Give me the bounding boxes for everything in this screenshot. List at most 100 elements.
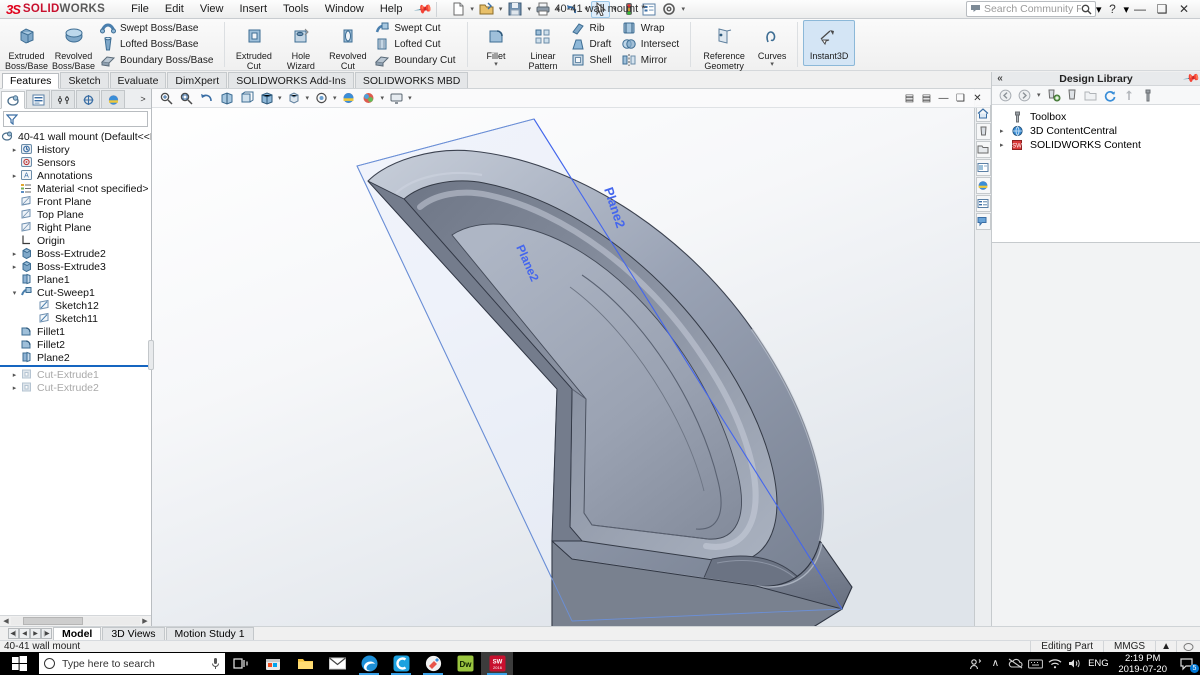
mail-button[interactable] — [321, 652, 353, 675]
paint3d-button[interactable] — [417, 652, 449, 675]
graphics-area[interactable]: Plane2 Plane2 ▾ ▾ ▾ ▾ ▾ ▤ ▤ — ❑ ✕ — [152, 89, 990, 626]
tree-item-annotations[interactable]: A Annotations — [0, 169, 151, 182]
swept-boss-base-button[interactable]: Swept Boss/Base — [97, 21, 219, 37]
menu-view[interactable]: View — [192, 1, 232, 17]
expand-arrow-icon[interactable] — [9, 263, 20, 271]
scroll-thumb[interactable] — [23, 617, 83, 625]
fillet-dropdown[interactable]: ▾ — [494, 61, 498, 68]
restore-tree-button[interactable]: ▤ — [901, 90, 918, 106]
rebuild-button[interactable] — [620, 1, 639, 18]
menu-tools[interactable]: Tools — [275, 1, 317, 17]
expand-arrow-icon[interactable] — [9, 146, 20, 154]
boundary-cut-button[interactable]: Boundary Cut — [371, 53, 461, 69]
feature-filter-input[interactable] — [3, 111, 148, 127]
curves-button[interactable]: Curves ▾ — [752, 20, 792, 69]
reference-geometry-button[interactable]: ReferenceGeometry ▾ — [696, 20, 752, 78]
tree-item-fillet1[interactable]: Fillet1 — [0, 325, 151, 338]
sw-forum-tab[interactable] — [975, 213, 991, 230]
print-dropdown[interactable]: ▾ — [554, 5, 562, 13]
language-indicator[interactable]: ENG — [1085, 652, 1111, 675]
back-button[interactable] — [997, 87, 1014, 103]
lofted-cut-button[interactable]: Lofted Cut — [371, 37, 461, 53]
expand-arrow-icon[interactable] — [9, 384, 20, 392]
onedrive-icon[interactable] — [1005, 652, 1025, 675]
chevron-down-icon[interactable]: ▾ — [1035, 91, 1043, 99]
feature-tree-tab[interactable] — [1, 91, 25, 109]
keyboard-icon[interactable] — [1025, 652, 1045, 675]
expand-arrow-icon[interactable] — [9, 371, 20, 379]
view-orientation-button[interactable] — [236, 90, 256, 107]
options-dropdown[interactable]: ▾ — [680, 5, 688, 13]
toolbox-settings-button[interactable] — [1140, 87, 1157, 103]
library-item-toolbox[interactable]: Toolbox — [992, 110, 1200, 124]
boundary-boss-base-button[interactable]: Boundary Boss/Base — [97, 53, 219, 69]
view-palette-tab[interactable] — [975, 159, 991, 176]
zoom-to-area-button[interactable] — [176, 90, 196, 107]
tree-item-plane1[interactable]: Plane1 — [0, 273, 151, 286]
search-input[interactable]: Search Community Forum — [965, 1, 1096, 17]
display-manager-tab[interactable] — [101, 90, 125, 108]
library-item-solidworks-content[interactable]: ▸ SW SOLIDWORKS Content — [992, 138, 1200, 152]
tree-item-cut-extrude2[interactable]: Cut-Extrude2 — [0, 381, 151, 394]
tab-solidworks-addins[interactable]: SOLIDWORKS Add-Ins — [228, 72, 354, 88]
revolved-cut-button[interactable]: Revolved Cut — [324, 20, 371, 71]
tab-model[interactable]: Model — [53, 627, 102, 640]
new-document-button[interactable] — [448, 1, 467, 18]
view-settings-button[interactable] — [359, 90, 379, 107]
menu-file[interactable]: File — [123, 1, 157, 17]
camtasia-button[interactable] — [385, 652, 417, 675]
fillet-button[interactable]: Fillet ▾ — [473, 20, 520, 69]
tree-item-cut-extrude1[interactable]: Cut-Extrude1 — [0, 368, 151, 381]
refresh-button[interactable] — [1102, 87, 1119, 103]
tab-motion-study-1[interactable]: Motion Study 1 — [165, 627, 254, 640]
tree-item-boss-extrude2[interactable]: Boss-Extrude2 — [0, 247, 151, 260]
draft-button[interactable]: Draft — [567, 37, 618, 53]
expand-arrow-icon[interactable] — [9, 250, 20, 258]
swept-cut-button[interactable]: Swept Cut — [371, 21, 461, 37]
tree-item-sensors[interactable]: Sensors — [0, 156, 151, 169]
display-style-button[interactable] — [256, 90, 276, 107]
open-document-button[interactable] — [477, 1, 496, 18]
save-dropdown[interactable]: ▾ — [525, 5, 533, 13]
menu-insert[interactable]: Insert — [232, 1, 276, 17]
menu-window[interactable]: Window — [317, 1, 372, 17]
panel-splitter-handle[interactable] — [148, 340, 154, 370]
document-minimize-button[interactable]: — — [935, 90, 952, 106]
tab-features[interactable]: Features — [2, 73, 60, 89]
first-tab-button[interactable]: ◀| — [8, 628, 19, 639]
intersect-button[interactable]: Intersect — [618, 37, 685, 53]
next-tab-button[interactable]: ▶ — [30, 628, 41, 639]
file-properties-button[interactable] — [640, 1, 659, 18]
tree-root-item[interactable]: 40-41 wall mount (Default<<Default>_D — [0, 130, 151, 143]
instant3d-button[interactable]: Instant3D — [803, 20, 856, 66]
dimxpert-manager-tab[interactable] — [76, 90, 100, 108]
document-restore-button[interactable]: ❑ — [952, 90, 969, 106]
restore-pane-button[interactable]: ▤ — [918, 90, 935, 106]
extruded-boss-base-button[interactable]: Extruded Boss/Base — [3, 20, 50, 71]
save-button[interactable] — [505, 1, 524, 18]
expand-arrow-icon[interactable] — [9, 172, 20, 180]
rollback-bar[interactable] — [0, 365, 149, 367]
last-tab-button[interactable]: |▶ — [41, 628, 52, 639]
hole-wizard-button[interactable]: HoleWizard ▾ — [277, 20, 324, 78]
display-style-dropdown[interactable]: ▾ — [276, 94, 284, 102]
zoom-to-fit-button[interactable] — [156, 90, 176, 107]
model-viewport[interactable]: Plane2 Plane2 — [152, 89, 990, 626]
collapse-arrow-icon[interactable] — [9, 289, 20, 297]
tree-item-right-plane[interactable]: Right Plane — [0, 221, 151, 234]
tree-item-plane2[interactable]: Plane2 — [0, 351, 151, 364]
undo-button[interactable] — [562, 1, 581, 18]
mirror-button[interactable]: Mirror — [618, 53, 685, 69]
tree-item-fillet2[interactable]: Fillet2 — [0, 338, 151, 351]
edge-button[interactable] — [353, 652, 385, 675]
add-to-library-button[interactable] — [1045, 87, 1062, 103]
close-button[interactable]: ✕ — [1173, 0, 1195, 18]
rib-button[interactable]: Rib — [567, 21, 618, 37]
viewport-button[interactable] — [386, 90, 406, 107]
tab-sketch[interactable]: Sketch — [60, 72, 109, 88]
help-button[interactable]: ? — [1101, 0, 1123, 18]
tree-item-material[interactable]: Material <not specified> — [0, 182, 151, 195]
extruded-cut-button[interactable]: Extruded Cut — [230, 20, 277, 71]
open-document-dropdown[interactable]: ▾ — [497, 5, 505, 13]
library-item-3d-contentcentral[interactable]: ▸ 3D ContentCentral — [992, 124, 1200, 138]
